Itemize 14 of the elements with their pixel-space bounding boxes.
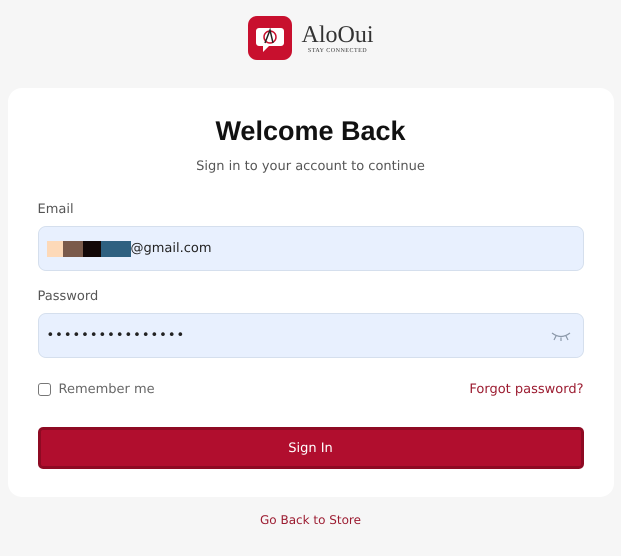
- closed-eye-icon[interactable]: [550, 330, 570, 340]
- back-to-store-link[interactable]: Go Back to Store: [260, 513, 361, 527]
- remember-label: Remember me: [58, 382, 155, 397]
- email-field[interactable]: @gmail.com: [38, 226, 584, 271]
- password-field[interactable]: ••••••••••••••••: [38, 313, 584, 358]
- page-title: Welcome Back: [214, 116, 407, 147]
- logo-icon: [248, 16, 292, 60]
- field-label: Email: [38, 202, 74, 217]
- subtitle: Sign in to your account to continue: [195, 159, 426, 174]
- remember-checkbox[interactable]: [38, 383, 50, 396]
- logo-wordmark: AloOui: [302, 22, 374, 48]
- field-label: Password: [38, 289, 98, 304]
- sign-in-button[interactable]: Sign In: [38, 427, 584, 469]
- forgot-password-link[interactable]: Forgot password?: [469, 382, 584, 397]
